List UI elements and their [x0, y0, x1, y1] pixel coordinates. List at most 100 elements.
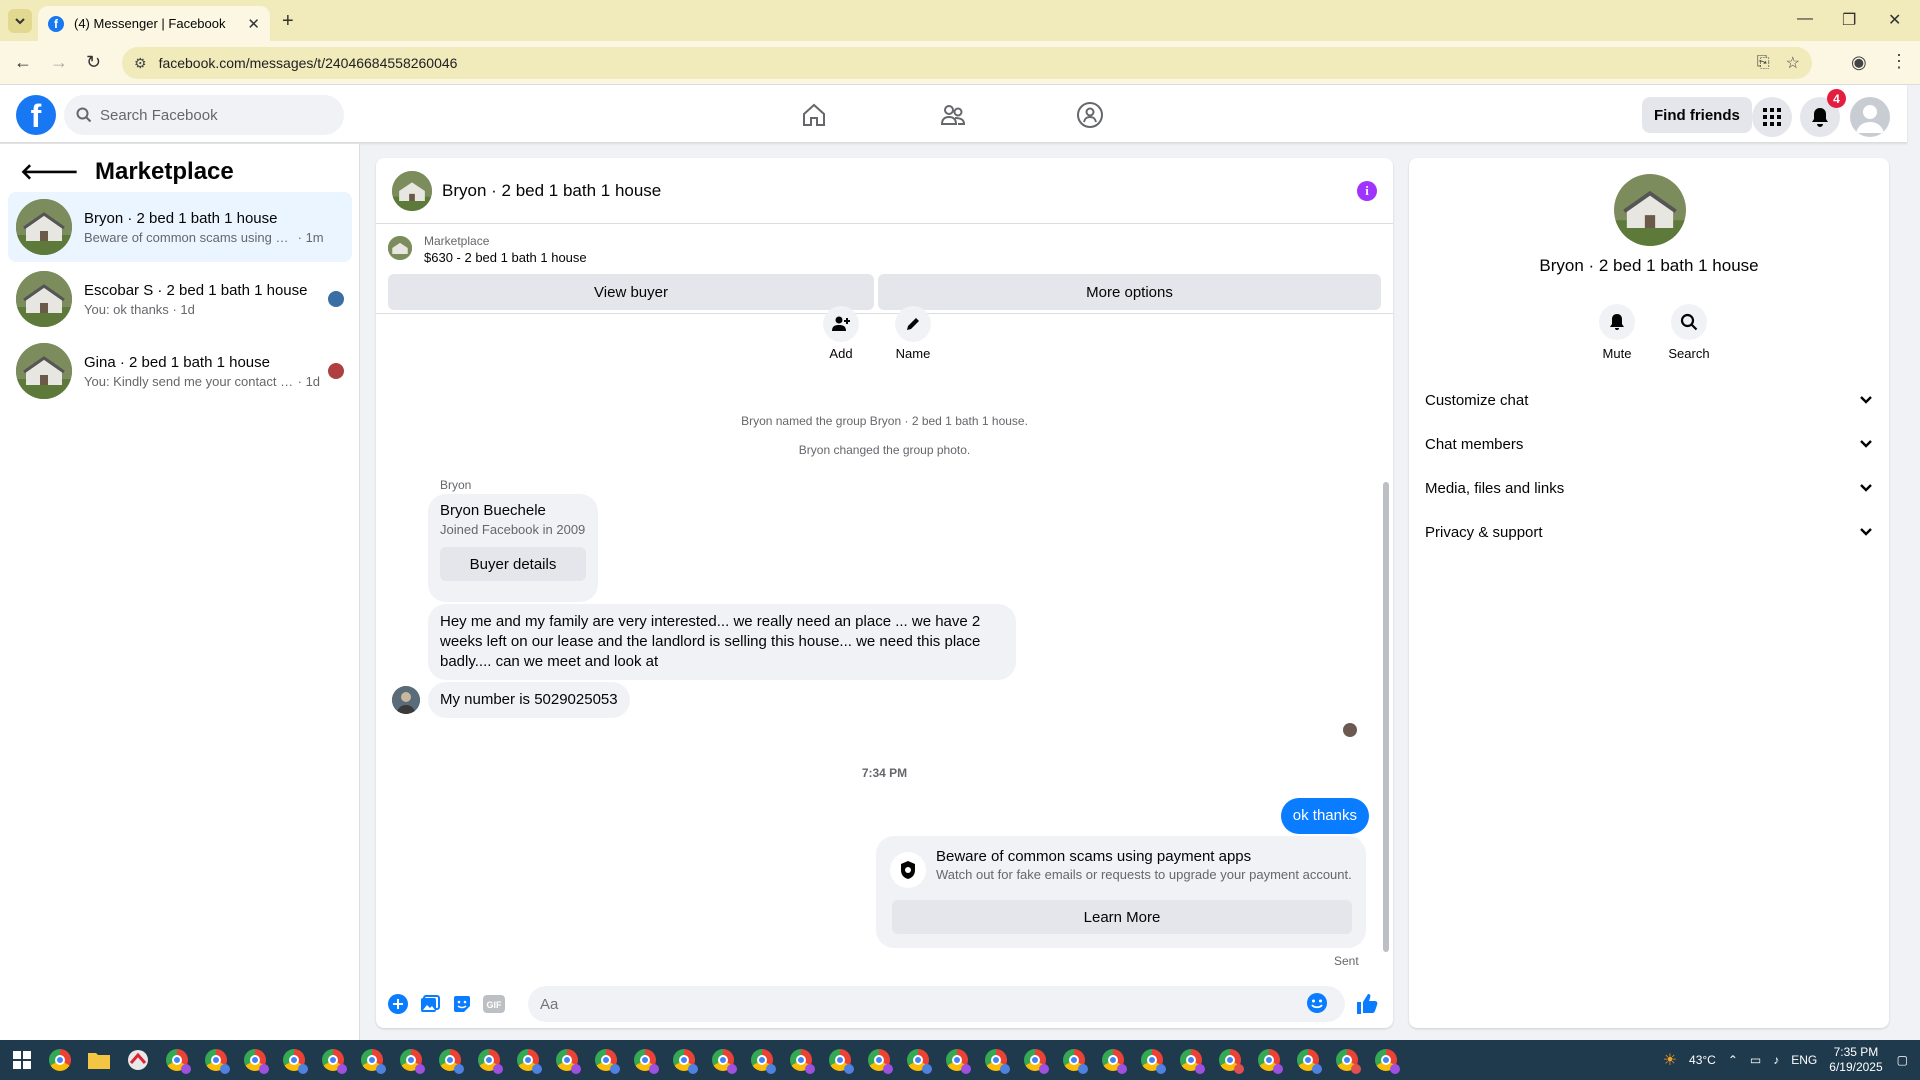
chrome-profile-icon[interactable]: [278, 1044, 310, 1076]
chrome-profile-icon[interactable]: [434, 1044, 466, 1076]
close-tab-icon[interactable]: ✕: [247, 15, 260, 33]
chrome-profile-icon[interactable]: [902, 1044, 934, 1076]
chrome-profile-icon[interactable]: [356, 1044, 388, 1076]
tab-search-button[interactable]: [8, 9, 32, 33]
chrome-profile-icon[interactable]: [863, 1044, 895, 1076]
plus-circle-icon[interactable]: [384, 990, 412, 1018]
chrome-profile-icon[interactable]: [668, 1044, 700, 1076]
chrome-profile-icon[interactable]: [1370, 1044, 1402, 1076]
chrome-taskbar-icon[interactable]: [44, 1044, 76, 1076]
chrome-profile-icon[interactable]: [512, 1044, 544, 1076]
account-avatar[interactable]: [1850, 97, 1890, 137]
buyer-details-button[interactable]: Buyer details: [440, 547, 586, 581]
browser-profile-icon[interactable]: ◉: [1851, 52, 1867, 73]
site-info-icon[interactable]: ⚙: [134, 55, 147, 72]
browser-menu-icon[interactable]: ⋮: [1890, 51, 1908, 72]
windows-start-icon[interactable]: [0, 1040, 44, 1080]
chrome-profile-icon[interactable]: [1136, 1044, 1168, 1076]
privacy-support-section[interactable]: Privacy & support: [1425, 514, 1873, 550]
chrome-profile-icon[interactable]: [200, 1044, 232, 1076]
chrome-profile-icon[interactable]: [1292, 1044, 1324, 1076]
more-options-button[interactable]: More options: [878, 274, 1381, 310]
listing-title[interactable]: $630 - 2 bed 1 bath 1 house: [424, 250, 587, 265]
chrome-profile-icon[interactable]: [590, 1044, 622, 1076]
mute-button[interactable]: Mute: [1587, 304, 1647, 361]
chrome-profile-icon[interactable]: [629, 1044, 661, 1076]
chrome-profile-icon[interactable]: [980, 1044, 1012, 1076]
facebook-logo-icon[interactable]: f: [16, 95, 56, 135]
minimize-icon[interactable]: —: [1797, 10, 1813, 28]
install-app-icon[interactable]: ⎘: [1757, 54, 1770, 72]
thumbs-up-icon[interactable]: [1353, 990, 1381, 1018]
clock[interactable]: 7:35 PM 6/19/2025: [1829, 1045, 1882, 1075]
volume-icon[interactable]: ♪: [1773, 1053, 1779, 1067]
chrome-profile-icon[interactable]: [941, 1044, 973, 1076]
chat-members-section[interactable]: Chat members: [1425, 426, 1873, 462]
chrome-profile-icon[interactable]: [317, 1044, 349, 1076]
scrollbar-thumb[interactable]: [1383, 482, 1389, 952]
customize-chat-section[interactable]: Customize chat: [1425, 382, 1873, 418]
bookmark-star-icon[interactable]: ☆: [1786, 53, 1800, 73]
sidebar-header: 🡐 Marketplace: [20, 158, 234, 186]
forward-icon[interactable]: →: [50, 52, 68, 73]
chrome-profile-icon[interactable]: [551, 1044, 583, 1076]
notification-center-icon[interactable]: ▢: [1897, 1053, 1908, 1067]
groups-icon[interactable]: [1074, 99, 1106, 131]
chat-scrollbar[interactable]: [1380, 324, 1392, 964]
chrome-profile-icon[interactable]: [473, 1044, 505, 1076]
photo-icon[interactable]: [416, 990, 444, 1018]
app-taskbar-icon[interactable]: [122, 1044, 154, 1076]
back-arrow-icon[interactable]: 🡐: [20, 159, 79, 185]
media-files-section[interactable]: Media, files and links: [1425, 470, 1873, 506]
restore-icon[interactable]: ❐: [1842, 10, 1856, 30]
address-bar[interactable]: ⚙ facebook.com/messages/t/24046684558260…: [122, 47, 1812, 79]
gif-icon[interactable]: GIF: [480, 990, 508, 1018]
chrome-profile-icon[interactable]: [1175, 1044, 1207, 1076]
group-photo[interactable]: [392, 170, 432, 211]
info-icon[interactable]: i: [1357, 180, 1377, 201]
tray-overflow-icon[interactable]: ⌃: [1728, 1053, 1738, 1067]
find-friends-button[interactable]: Find friends: [1642, 97, 1752, 133]
temperature[interactable]: 43°C: [1689, 1053, 1716, 1067]
add-people-button[interactable]: Add: [811, 306, 871, 361]
reload-icon[interactable]: ↻: [86, 52, 101, 73]
language-indicator[interactable]: ENG: [1791, 1053, 1817, 1067]
chrome-profile-icon[interactable]: [161, 1044, 193, 1076]
file-explorer-icon[interactable]: [83, 1044, 115, 1076]
back-icon[interactable]: ←: [14, 52, 32, 73]
emoji-icon[interactable]: [1306, 992, 1328, 1014]
group-photo-large[interactable]: [1614, 174, 1686, 246]
chrome-profile-icon[interactable]: [1214, 1044, 1246, 1076]
window-close-icon[interactable]: ✕: [1888, 10, 1901, 30]
network-icon[interactable]: ▭: [1750, 1053, 1761, 1067]
chrome-profile-icon[interactable]: [707, 1044, 739, 1076]
home-icon[interactable]: [798, 99, 830, 131]
sender-avatar[interactable]: [392, 686, 420, 714]
chrome-profile-icon[interactable]: [824, 1044, 856, 1076]
facebook-search[interactable]: Search Facebook: [64, 95, 344, 135]
chat-title[interactable]: Bryon · 2 bed 1 bath 1 house: [442, 181, 1357, 201]
conversation-item[interactable]: Gina · 2 bed 1 bath 1 house You: Kindly …: [8, 336, 352, 406]
chrome-profile-icon[interactable]: [785, 1044, 817, 1076]
conversation-item[interactable]: Escobar S · 2 bed 1 bath 1 house You: ok…: [8, 264, 352, 334]
chrome-profile-icon[interactable]: [1058, 1044, 1090, 1076]
chrome-profile-icon[interactable]: [239, 1044, 271, 1076]
sticker-icon[interactable]: [448, 990, 476, 1018]
weather-icon[interactable]: ☀: [1663, 1050, 1677, 1070]
menu-grid-icon[interactable]: [1752, 97, 1792, 137]
rename-button[interactable]: Name: [883, 306, 943, 361]
view-buyer-button[interactable]: View buyer: [388, 274, 874, 310]
chrome-profile-icon[interactable]: [1097, 1044, 1129, 1076]
chrome-profile-icon[interactable]: [746, 1044, 778, 1076]
chrome-profile-icon[interactable]: [1019, 1044, 1051, 1076]
friends-icon[interactable]: [937, 99, 969, 131]
learn-more-button[interactable]: Learn More: [892, 900, 1352, 934]
message-input[interactable]: [528, 986, 1345, 1022]
conversation-item[interactable]: Bryon · 2 bed 1 bath 1 house Beware of c…: [8, 192, 352, 262]
search-in-chat-button[interactable]: Search: [1659, 304, 1719, 361]
new-tab-icon[interactable]: +: [282, 10, 294, 33]
chrome-profile-icon[interactable]: [1331, 1044, 1363, 1076]
chrome-profile-icon[interactable]: [395, 1044, 427, 1076]
browser-tab[interactable]: f (4) Messenger | Facebook ✕: [38, 6, 270, 41]
chrome-profile-icon[interactable]: [1253, 1044, 1285, 1076]
